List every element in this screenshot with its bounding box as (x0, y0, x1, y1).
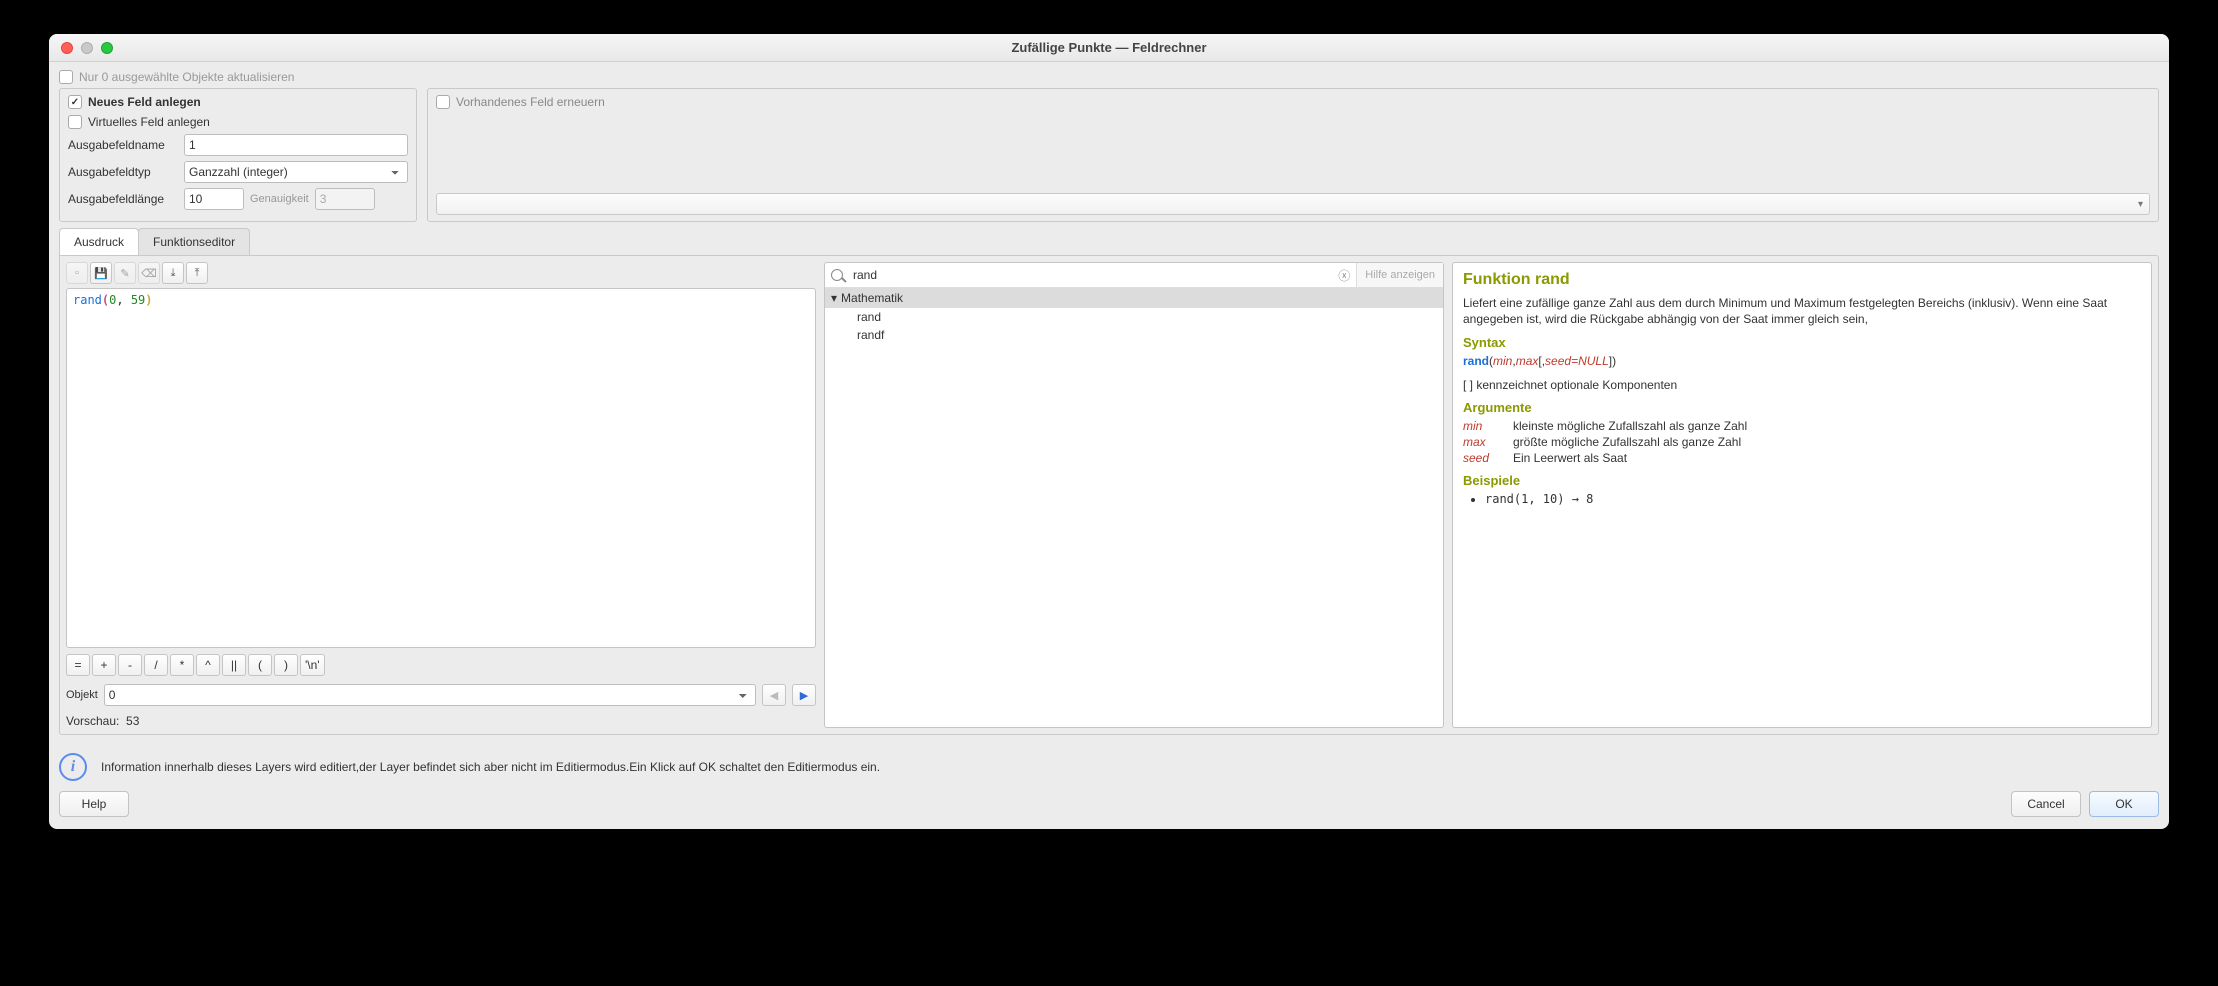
fieldname-input[interactable] (184, 134, 408, 156)
panel-new-field: Neues Feld anlegen Virtuelles Feld anleg… (59, 88, 417, 222)
tree-item-randf[interactable]: randf (825, 326, 1443, 344)
precision-label: Genauigkeit (250, 193, 309, 205)
help-examples-heading: Beispiele (1463, 473, 2141, 488)
new-field-checkbox[interactable] (68, 95, 82, 109)
op-div[interactable]: / (144, 654, 168, 676)
update-selected-label: Nur 0 ausgewählte Objekte aktualisieren (79, 70, 294, 84)
virtual-field-checkbox[interactable] (68, 115, 82, 129)
fieldlen-input[interactable] (184, 188, 244, 210)
info-text: Information innerhalb dieses Layers wird… (101, 760, 880, 774)
chevron-down-icon: ▾ (831, 291, 837, 305)
op-minus[interactable]: - (118, 654, 142, 676)
arg-row: maxgrößte mögliche Zufallszahl als ganze… (1463, 435, 2141, 449)
help-panel: Funktion rand Liefert eine zufällige gan… (1452, 262, 2152, 728)
new-file-icon[interactable]: ▫ (66, 262, 88, 284)
tree-category[interactable]: ▾ Mathematik (825, 288, 1443, 308)
footer: Help Cancel OK (59, 791, 2159, 817)
editor-toolbar: ▫ 💾 ✎ ⌫ ⤓ ⤒ (66, 262, 816, 284)
fieldtype-select[interactable]: Ganzzahl (integer) (184, 161, 408, 183)
op-eq[interactable]: = (66, 654, 90, 676)
help-button[interactable]: Help (59, 791, 129, 817)
titlebar: Zufällige Punkte — Feldrechner (49, 34, 2169, 62)
help-syntax-heading: Syntax (1463, 335, 2141, 350)
export-icon[interactable]: ⤒ (186, 262, 208, 284)
op-rparen[interactable]: ) (274, 654, 298, 676)
fieldname-label: Ausgabefeldname (68, 138, 178, 152)
op-lparen[interactable]: ( (248, 654, 272, 676)
help-syntax: rand(min,max[,seed=NULL]) (1463, 354, 2141, 368)
cancel-button[interactable]: Cancel (2011, 791, 2081, 817)
op-newline[interactable]: '\n' (300, 654, 325, 676)
expression-editor[interactable]: rand(0, 59) (66, 288, 816, 648)
clear-search-icon[interactable]: ⓧ (1338, 267, 1350, 284)
precision-input (315, 188, 375, 210)
info-row: i Information innerhalb dieses Layers wi… (59, 753, 2159, 781)
help-title: Funktion rand (1463, 271, 2141, 289)
op-concat[interactable]: || (222, 654, 246, 676)
help-syntax-note: [ ] kennzeichnet optionale Komponenten (1463, 378, 2141, 392)
arg-row: minkleinste mögliche Zufallszahl als gan… (1463, 419, 2141, 433)
fieldtype-label: Ausgabefeldtyp (68, 165, 178, 179)
panel-existing-field-title: Vorhandenes Feld erneuern (456, 95, 605, 109)
search-input[interactable] (849, 264, 1332, 286)
search-icon (831, 269, 843, 281)
panel-new-field-title: Neues Feld anlegen (88, 95, 201, 109)
op-pow[interactable]: ^ (196, 654, 220, 676)
help-args-heading: Argumente (1463, 400, 2141, 415)
tab-expression[interactable]: Ausdruck (59, 228, 139, 255)
next-feature-button[interactable]: ▶ (792, 684, 816, 706)
help-description: Liefert eine zufällige ganze Zahl aus de… (1463, 295, 2141, 327)
update-selected-checkbox (59, 70, 73, 84)
objekt-select[interactable]: 0 (104, 684, 756, 706)
objekt-label: Objekt (66, 689, 98, 701)
dialog-window: Zufällige Punkte — Feldrechner Nur 0 aus… (49, 34, 2169, 829)
dialog-content: Nur 0 ausgewählte Objekte aktualisieren … (49, 62, 2169, 829)
save-icon[interactable]: 💾 (90, 262, 112, 284)
fieldlen-label: Ausgabefeldlänge (68, 192, 178, 206)
show-help-button[interactable]: Hilfe anzeigen (1356, 263, 1443, 287)
preview-value: 53 (126, 714, 139, 728)
import-icon[interactable]: ⤓ (162, 262, 184, 284)
op-mul[interactable]: * (170, 654, 194, 676)
ok-button[interactable]: OK (2089, 791, 2159, 817)
op-plus[interactable]: + (92, 654, 116, 676)
tab-body: ▫ 💾 ✎ ⌫ ⤓ ⤒ rand(0, 59) = + - / * ^ (59, 255, 2159, 735)
arg-row: seedEin Leerwert als Saat (1463, 451, 2141, 465)
window-title: Zufällige Punkte — Feldrechner (49, 40, 2169, 55)
expression-column: ▫ 💾 ✎ ⌫ ⤓ ⤒ rand(0, 59) = + - / * ^ (66, 262, 816, 728)
prev-feature-button[interactable]: ◀ (762, 684, 786, 706)
function-tree[interactable]: ▾ Mathematik rand randf (825, 288, 1443, 727)
tabs: Ausdruck Funktionseditor (59, 228, 2159, 255)
tree-item-rand[interactable]: rand (825, 308, 1443, 326)
existing-field-dropdown[interactable]: ▾ (436, 193, 2150, 215)
panel-existing-field: Vorhandenes Feld erneuern ▾ (427, 88, 2159, 222)
info-icon: i (59, 753, 87, 781)
help-example: rand(1, 10) → 8 (1485, 492, 2141, 506)
tab-function-editor[interactable]: Funktionseditor (138, 228, 250, 255)
clear-icon[interactable]: ⌫ (138, 262, 160, 284)
existing-field-checkbox[interactable] (436, 95, 450, 109)
virtual-field-label: Virtuelles Feld anlegen (88, 115, 210, 129)
function-tree-panel: ⓧ Hilfe anzeigen ▾ Mathematik rand randf (824, 262, 1444, 728)
edit-icon[interactable]: ✎ (114, 262, 136, 284)
preview-row: Vorschau: 53 (66, 714, 816, 728)
operator-row: = + - / * ^ || ( ) '\n' (66, 654, 816, 676)
